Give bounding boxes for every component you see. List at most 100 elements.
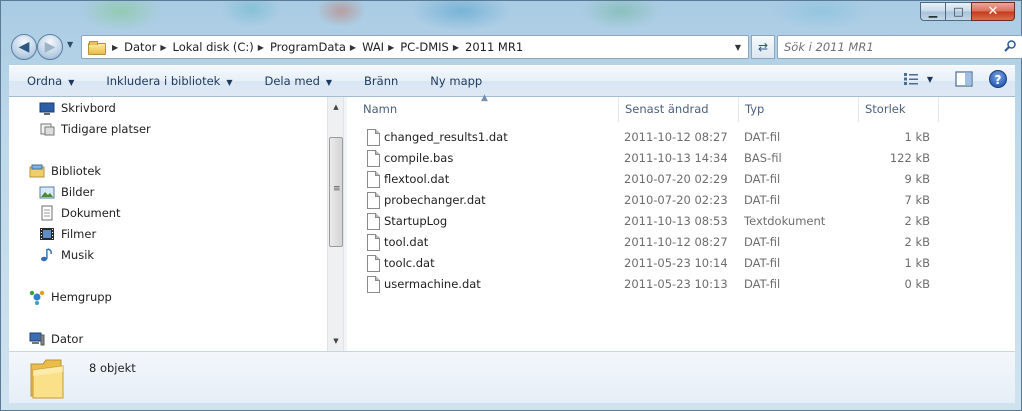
forward-button[interactable]: ▶: [37, 34, 63, 60]
column-header-name[interactable]: Namn: [357, 97, 619, 122]
recent-places-icon: [40, 123, 55, 136]
file-type: Textdokument: [744, 214, 826, 228]
sidebar-item-desktop[interactable]: Skrivbord: [39, 98, 116, 118]
file-size: 2 kB: [904, 235, 930, 249]
homegroup-icon: [29, 290, 45, 305]
chevron-down-icon: ▼: [226, 78, 233, 87]
search-box[interactable]: [777, 35, 1022, 59]
table-row[interactable]: toolc.dat 2011-05-23 10:14 DAT-fil 1 kB: [347, 253, 1015, 274]
scroll-down-arrow[interactable]: ▼: [328, 333, 343, 349]
include-label: Inkludera i bibliotek: [106, 74, 221, 88]
navigation-scrollbar[interactable]: ▲ ≡ ▼: [327, 97, 343, 351]
file-type: DAT-fil: [744, 256, 781, 270]
desktop-icon: [39, 102, 55, 115]
file-modified: 2011-10-12 08:27: [624, 130, 728, 144]
file-size: 9 kB: [904, 172, 930, 186]
breadcrumb-separator[interactable]: ▶: [160, 43, 166, 52]
item-count: 8 objekt: [89, 361, 136, 375]
share-label: Dela med: [264, 74, 320, 88]
scroll-up-arrow[interactable]: ▲: [328, 99, 343, 115]
breadcrumb-programdata[interactable]: ProgramData: [270, 40, 346, 54]
file-icon: [367, 129, 380, 146]
file-icon: [367, 276, 380, 293]
sidebar-item-homegroup[interactable]: Hemgrupp: [29, 287, 112, 307]
sidebar-item-recent-places[interactable]: Tidigare platser: [39, 119, 151, 139]
preview-pane-icon[interactable]: [955, 71, 973, 87]
burn-button[interactable]: Bränn: [346, 68, 412, 94]
table-row[interactable]: probechanger.dat 2010-07-20 02:23 DAT-fi…: [347, 190, 1015, 211]
refresh-icon: ⇄: [757, 40, 769, 54]
organize-button[interactable]: Ordna ▼: [9, 68, 88, 94]
file-name: toolc.dat: [384, 256, 435, 270]
sidebar-item-label: Hemgrupp: [51, 290, 112, 304]
column-header-modified[interactable]: Senast ändrad: [619, 97, 739, 122]
column-headers: Namn ▲ Senast ändrad Typ Storlek: [347, 93, 1015, 122]
table-row[interactable]: tool.dat 2011-10-12 08:27 DAT-fil 2 kB: [347, 232, 1015, 253]
breadcrumb-local-disk[interactable]: Lokal disk (C:): [173, 40, 254, 54]
address-bar[interactable]: ▶ Dator ▶ Lokal disk (C:) ▶ ProgramData …: [81, 35, 749, 59]
chevron-down-icon: ▼: [68, 78, 75, 87]
folder-icon: [88, 41, 106, 55]
table-row[interactable]: flextool.dat 2010-07-20 02:29 DAT-fil 9 …: [347, 169, 1015, 190]
pictures-icon: [39, 186, 55, 199]
file-size: 1 kB: [904, 130, 930, 144]
new-folder-button[interactable]: Ny mapp: [412, 68, 496, 94]
file-name: tool.dat: [384, 235, 429, 249]
include-in-library-button[interactable]: Inkludera i bibliotek ▼: [88, 68, 246, 94]
caption-buttons: ▁ □ ✕: [920, 2, 1015, 21]
address-history-dropdown[interactable]: ▼: [728, 36, 748, 58]
breadcrumb-wai[interactable]: WAI: [362, 40, 384, 54]
folder-icon: [30, 359, 64, 399]
minimize-button[interactable]: ▁: [920, 2, 946, 21]
sidebar-item-libraries[interactable]: Bibliotek: [29, 161, 101, 181]
file-icon: [367, 192, 380, 209]
breadcrumb-2011-mr1[interactable]: 2011 MR1: [465, 40, 523, 54]
change-view-icon[interactable]: [903, 72, 919, 86]
sidebar-item-videos[interactable]: Filmer: [39, 224, 96, 244]
help-icon[interactable]: ?: [989, 70, 1007, 88]
search-input[interactable]: [784, 37, 994, 57]
table-row[interactable]: compile.bas 2011-10-13 14:34 BAS-fil 122…: [347, 148, 1015, 169]
file-modified: 2011-05-23 10:14: [624, 256, 728, 270]
videos-icon: [40, 228, 54, 240]
breadcrumb-separator[interactable]: ▶: [258, 43, 264, 52]
file-icon: [367, 171, 380, 188]
chevron-down-icon: ▼: [325, 78, 333, 87]
maximize-button[interactable]: □: [945, 2, 972, 21]
search-icon[interactable]: [1004, 40, 1016, 52]
file-name: StartupLog: [384, 214, 448, 228]
details-pane: 8 objekt: [9, 351, 1015, 403]
back-button[interactable]: ◀: [11, 34, 37, 60]
breadcrumb-separator[interactable]: ▶: [453, 43, 459, 52]
sidebar-item-label: Bilder: [61, 185, 95, 199]
file-icon: [367, 213, 380, 230]
sidebar-item-music[interactable]: Musik: [39, 245, 94, 265]
breadcrumb-dator[interactable]: Dator: [124, 40, 156, 54]
column-header-size[interactable]: Storlek: [859, 97, 939, 122]
file-name: compile.bas: [384, 151, 454, 165]
organize-label: Ordna: [27, 74, 63, 88]
file-type: DAT-fil: [744, 130, 781, 144]
close-button[interactable]: ✕: [971, 2, 1015, 21]
breadcrumb-pc-dmis[interactable]: PC-DMIS: [400, 40, 449, 54]
breadcrumb-separator[interactable]: ▶: [350, 43, 356, 52]
share-with-button[interactable]: Dela med ▼: [246, 68, 346, 94]
breadcrumb-separator[interactable]: ▶: [388, 43, 394, 52]
file-name: probechanger.dat: [384, 193, 486, 207]
breadcrumb-separator[interactable]: ▶: [112, 43, 118, 52]
table-row[interactable]: StartupLog 2011-10-13 08:53 Textdokument…: [347, 211, 1015, 232]
sidebar-item-computer[interactable]: Dator: [29, 329, 83, 349]
window-frame: ▁ □ ✕ ◀ ▶ ▼ ▶ Dator ▶ Lokal disk (C:) ▶ …: [0, 0, 1022, 411]
file-icon: [367, 150, 380, 167]
file-size: 1 kB: [904, 256, 930, 270]
table-row[interactable]: usermachine.dat 2011-05-23 10:13 DAT-fil…: [347, 274, 1015, 295]
sidebar-item-documents[interactable]: Dokument: [39, 203, 121, 223]
column-header-type[interactable]: Typ: [739, 97, 859, 122]
recent-pages-dropdown[interactable]: ▼: [67, 40, 73, 49]
refresh-button[interactable]: ⇄: [751, 35, 775, 59]
sort-ascending-icon: ▲: [481, 93, 488, 103]
file-icon: [367, 234, 380, 251]
table-row[interactable]: changed_results1.dat 2011-10-12 08:27 DA…: [347, 127, 1015, 148]
view-options-dropdown[interactable]: ▼: [927, 75, 933, 84]
sidebar-item-pictures[interactable]: Bilder: [39, 182, 94, 202]
